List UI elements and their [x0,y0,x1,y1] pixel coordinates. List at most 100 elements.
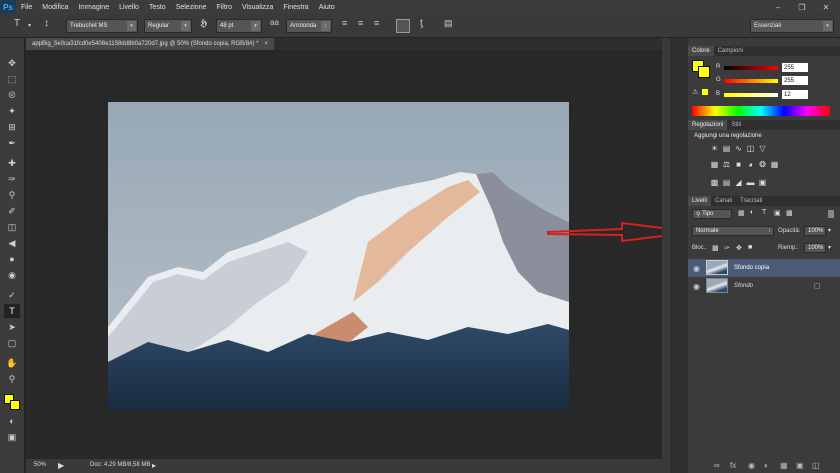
vertical-scrollbar[interactable] [662,38,670,473]
menu-testo[interactable]: Testo [144,4,171,11]
tool-preset-chevron-icon[interactable]: ▾ [28,22,31,29]
menu-modifica[interactable]: Modifica [37,4,73,11]
filter-adjustment-icon[interactable]: ◐ [750,209,754,216]
font-style-select[interactable]: Regular ▾ [144,19,192,33]
lock-pixels-icon[interactable]: ✑ [724,244,730,252]
quick-mask-icon[interactable]: ◐ [4,414,20,428]
color-lookup-icon[interactable]: ▦ [770,160,779,169]
character-panel-icon[interactable]: ▤ [444,18,453,29]
quick-selection-tool-icon[interactable]: ✦ [4,104,20,118]
opacity-field[interactable]: 100% [804,226,826,236]
close-tab-icon[interactable]: × [265,41,269,47]
exposure-icon[interactable]: ◫ [746,144,755,153]
healing-brush-tool-icon[interactable]: ✚ [4,156,20,170]
layer-name[interactable]: Sfondo copia [734,265,769,271]
layer-row-sfondo-copia[interactable]: ◉ Sfondo copia [688,259,840,277]
channel-mixer-icon[interactable]: ❂ [758,160,767,169]
layer-filter-select[interactable]: ⚲ Tipo [692,209,732,219]
type-tool-icon[interactable]: T [4,304,20,318]
paint-bucket-tool-icon[interactable]: ◀ [4,236,20,250]
color-balance-icon[interactable]: ⚖ [722,160,731,169]
gradient-map-icon[interactable]: ▬ [746,178,755,187]
gamut-swatch[interactable] [702,89,708,95]
align-left-icon[interactable]: ≡ [342,18,347,28]
chevron-down-icon[interactable]: ▾ [828,227,831,234]
menu-finestra[interactable]: Finestra [278,4,313,11]
filter-toggle-icon[interactable] [828,210,834,218]
workspace-select[interactable]: Essenziali ▾ [750,19,834,33]
marquee-tool-icon[interactable]: ⬚ [4,72,20,86]
menu-file[interactable]: File [16,4,37,11]
color-spectrum-bar[interactable] [692,106,830,116]
tab-canali[interactable]: Canali [711,196,736,206]
filter-type-icon[interactable]: T [762,209,766,216]
layer-name[interactable]: Sfondo [734,283,753,289]
b-value-field[interactable]: 12 [782,90,808,99]
warp-text-icon[interactable]: ƫ [420,18,423,29]
threshold-icon[interactable]: ◢ [734,178,743,187]
tab-campioni[interactable]: Campioni [714,46,747,56]
black-white-icon[interactable]: ■ [734,160,743,169]
crop-tool-icon[interactable]: ⊞ [4,120,20,134]
zoom-level[interactable]: 50% [34,462,46,468]
eye-icon[interactable]: ◉ [693,282,700,291]
chevron-down-icon[interactable]: ▾ [828,244,831,251]
fill-field[interactable]: 100% [804,243,826,253]
document-tab[interactable]: appBig_5e0ca31fcd0e5408e1158dd8b0a720d7.… [26,38,275,50]
b-slider[interactable] [724,93,778,97]
levels-icon[interactable]: ▤ [722,144,731,153]
selective-color-icon[interactable]: ▣ [758,178,767,187]
vibrance-icon[interactable]: ▽ [758,144,767,153]
curves-icon[interactable]: ∿ [734,144,743,153]
font-size-select[interactable]: 48 pt ▾ [216,19,262,33]
menu-visualizza[interactable]: Visualizza [237,4,278,11]
dodge-tool-icon[interactable]: ◉ [4,268,20,282]
menu-filtro[interactable]: Filtro [211,4,237,11]
link-layers-icon[interactable]: ∞ [714,461,720,470]
history-brush-tool-icon[interactable]: ✐ [4,204,20,218]
zoom-tool-icon[interactable]: ⚲ [4,372,20,386]
photo-filter-icon[interactable]: ◕ [746,160,755,169]
font-family-select[interactable]: Trebuchet MS ▾ [66,19,138,33]
filter-pixel-icon[interactable]: ▦ [738,209,745,217]
eye-icon[interactable]: ◉ [693,264,700,273]
menu-immagine[interactable]: Immagine [73,4,114,11]
lock-transparency-icon[interactable]: ▩ [712,244,719,252]
blur-tool-icon[interactable]: ● [4,252,20,266]
hand-tool-icon[interactable]: ✋ [4,356,20,370]
eyedropper-tool-icon[interactable]: ✒ [4,136,20,150]
menu-livello[interactable]: Livello [114,4,144,11]
close-icon[interactable]: ✕ [818,0,834,14]
delete-layer-icon[interactable]: ◫ [812,461,820,470]
text-orientation-icon[interactable]: ↕ [44,18,49,29]
clone-stamp-tool-icon[interactable]: ⚲ [4,188,20,202]
lock-all-icon[interactable]: ■ [748,244,752,251]
status-menu-icon[interactable]: ▶ [58,461,64,470]
layer-row-sfondo[interactable]: ◉ Sfondo ▢ [688,277,840,295]
type-tool-icon[interactable]: T [14,18,20,29]
restore-icon[interactable]: ❐ [794,0,810,14]
filter-shape-icon[interactable]: ▣ [774,209,781,217]
add-mask-icon[interactable]: ◉ [748,461,755,470]
pen-tool-icon[interactable]: ✓ [4,288,20,302]
background-color-swatch[interactable] [10,400,20,410]
tab-tracciati[interactable]: Tracciati [736,196,766,206]
canvas-image[interactable] [108,102,569,410]
antialias-select[interactable]: Arrotonda ↕ [286,19,332,33]
new-layer-icon[interactable]: ▣ [796,461,804,470]
tab-livelli[interactable]: Livelli [688,196,712,206]
text-color-swatch[interactable] [396,19,410,33]
g-value-field[interactable]: 255 [782,76,808,85]
filter-smart-object-icon[interactable]: ▩ [786,209,793,217]
tab-regolazioni[interactable]: Regolazioni [688,120,728,130]
align-right-icon[interactable]: ≡ [374,18,379,28]
menu-selezione[interactable]: Selezione [171,4,212,11]
tab-stili[interactable]: Stili [727,120,745,130]
new-group-icon[interactable]: ▦ [780,461,788,470]
shape-tool-icon[interactable]: ▢ [4,336,20,350]
g-slider[interactable] [724,79,778,83]
color-background-swatch[interactable] [698,66,710,78]
tab-colore[interactable]: Colore [688,46,714,56]
move-tool-icon[interactable]: ✥ [4,56,20,70]
lasso-tool-icon[interactable]: ⧀ [4,88,20,102]
